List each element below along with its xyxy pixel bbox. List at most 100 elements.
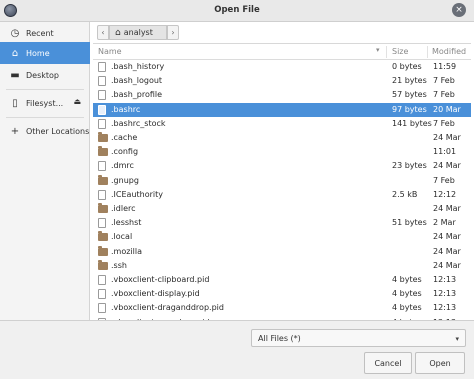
sort-descending-icon: ▾ [376, 46, 380, 54]
file-icon [98, 161, 107, 172]
sidebar-item-label: Other Locations [26, 126, 90, 136]
column-name[interactable]: Name [98, 47, 122, 56]
file-row[interactable]: .config 11:01 [93, 145, 471, 159]
file-modified: 12:12 [433, 189, 457, 199]
column-header: Name ▾ Size Modified [93, 44, 471, 60]
file-row[interactable]: .mozilla 24 Mar [93, 245, 471, 259]
file-row[interactable]: .local 24 Mar [93, 230, 471, 244]
file-size: 141 bytes [392, 118, 432, 128]
file-icon [98, 189, 107, 201]
folder-icon [98, 203, 108, 215]
desktop-folder-icon: ▬ [10, 69, 20, 81]
path-back-button[interactable]: ‹ [97, 25, 109, 40]
open-button[interactable]: Open [415, 352, 465, 374]
file-row[interactable]: .bashrc_stock 141 bytes 7 Feb [93, 117, 471, 131]
file-size: 97 bytes [392, 104, 427, 114]
file-modified: 24 Mar [433, 161, 461, 171]
file-row[interactable]: .vboxclient-clipboard.pid 4 bytes 12:13 [93, 273, 471, 287]
sidebar-item-filesystem[interactable]: ▯ Filesyst... ⏏ [0, 92, 90, 114]
file-icon [98, 76, 107, 87]
clock-icon: ◷ [10, 27, 20, 39]
file-row[interactable]: .vboxclient-display.pid 4 bytes 12:13 [93, 287, 471, 301]
folder-icon [98, 245, 108, 258]
file-modified: 7 Feb [433, 76, 455, 86]
sidebar-item-label: Home [26, 48, 50, 58]
column-divider[interactable] [386, 46, 387, 58]
file-size: 2.5 kB [392, 189, 418, 199]
sidebar-item-desktop[interactable]: ▬ Desktop [0, 64, 90, 86]
chevron-down-icon: ▾ [455, 335, 459, 343]
column-size[interactable]: Size [392, 47, 408, 56]
file-name: .vboxclient-clipboard.pid [111, 275, 210, 284]
file-row[interactable]: .gnupg 7 Feb [93, 174, 471, 188]
sidebar-item-label: Desktop [26, 70, 59, 80]
dialog-footer: All Files (*) ▾ Cancel Open [0, 320, 474, 379]
file-row[interactable]: .cache 24 Mar [93, 131, 471, 145]
file-row[interactable]: .bash_profile 57 bytes 7 Feb [93, 88, 471, 102]
folder-icon [98, 132, 108, 144]
file-modified: 24 Mar [433, 246, 461, 256]
file-modified: 12:13 [433, 303, 457, 313]
file-modified: 11:01 [433, 147, 457, 157]
home-icon: ⌂ [115, 27, 121, 38]
plus-icon: + [10, 125, 20, 137]
sidebar-item-recent[interactable]: ◷ Recent [0, 22, 90, 44]
file-name: .ICEauthority [111, 189, 163, 199]
file-icon [98, 275, 107, 286]
file-icon [98, 62, 107, 73]
column-modified[interactable]: Modified [432, 47, 466, 56]
sidebar-separator [6, 89, 84, 90]
file-icon [98, 218, 107, 229]
file-name: .vboxclient-display.pid [111, 289, 200, 299]
drive-icon: ▯ [12, 97, 18, 109]
file-modified: 12:13 [433, 275, 457, 284]
folder-icon [98, 174, 108, 187]
file-modified: 7 Feb [433, 175, 455, 185]
file-row[interactable]: .idlerc 24 Mar [93, 202, 471, 216]
file-modified: 7 Feb [433, 118, 455, 128]
sidebar-item-other-locations[interactable]: + Other Locations [0, 120, 90, 142]
file-modified: 7 Feb [433, 90, 455, 100]
file-row[interactable]: .bash_logout 21 bytes 7 Feb [93, 74, 471, 88]
file-name: .bashrc [111, 104, 141, 114]
file-icon [98, 104, 107, 116]
file-size: 21 bytes [392, 76, 427, 86]
breadcrumb-home[interactable]: ⌂ analyst [109, 25, 167, 40]
file-modified: 24 Mar [433, 260, 461, 270]
file-size: 0 bytes [392, 62, 422, 71]
file-name: .mozilla [111, 246, 142, 256]
file-name: .bash_history [111, 62, 165, 71]
breadcrumb-label: analyst [123, 28, 153, 37]
file-modified: 24 Mar [433, 232, 461, 242]
file-modified: 20 Mar [433, 104, 461, 114]
file-row[interactable]: .dmrc 23 bytes 24 Mar [93, 159, 471, 173]
file-type-filter[interactable]: All Files (*) ▾ [251, 329, 466, 347]
column-divider[interactable] [427, 46, 428, 58]
folder-icon [98, 146, 108, 158]
file-icon [98, 90, 107, 101]
eject-icon[interactable]: ⏏ [73, 97, 81, 106]
file-name: .config [111, 147, 139, 157]
title-bar: Open File × [0, 0, 474, 22]
file-row[interactable]: .bash_history 0 bytes 11:59 [93, 60, 471, 74]
file-icon [98, 303, 107, 314]
file-size: 4 bytes [392, 289, 422, 299]
file-row[interactable]: .lesshst 51 bytes 2 Mar [93, 216, 471, 230]
path-forward-button[interactable]: › [167, 25, 179, 40]
close-button[interactable]: × [452, 3, 466, 17]
file-icon [98, 118, 107, 130]
file-row[interactable]: .bashrc 97 bytes 20 Mar [93, 102, 471, 117]
file-size: 4 bytes [392, 303, 422, 313]
file-row[interactable]: .ssh 24 Mar [93, 259, 471, 273]
cancel-button[interactable]: Cancel [364, 352, 412, 374]
file-row[interactable]: .vboxclient-draganddrop.pid 4 bytes 12:13 [93, 301, 471, 315]
file-row[interactable]: .ICEauthority 2.5 kB 12:12 [93, 188, 471, 202]
file-list[interactable]: Name ▾ Size Modified .bash_history 0 byte… [93, 43, 471, 320]
sidebar-item-home[interactable]: ⌂ Home [0, 42, 90, 64]
window-title: Open File [214, 5, 260, 15]
file-name: .gnupg [111, 175, 139, 185]
file-size: 51 bytes [392, 218, 427, 228]
file-name: .bashrc_stock [111, 118, 166, 128]
file-size: 23 bytes [392, 161, 427, 171]
file-modified: 11:59 [433, 62, 457, 71]
